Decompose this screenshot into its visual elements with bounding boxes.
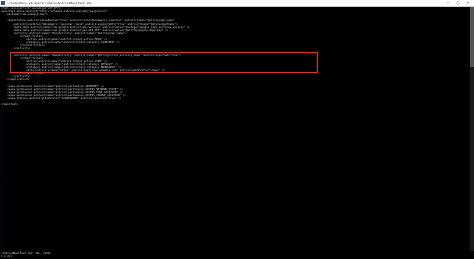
minimize-icon[interactable]: – [444, 0, 452, 6]
maximize-icon[interactable]: □ [454, 0, 462, 6]
empty-line-tilde: ~ [1, 245, 3, 249]
terminal-window: ~/Code/Docs-v2/app/src/main/AndroidManif… [0, 0, 474, 259]
window-title: ~/Code/Docs-v2/app/src/main/AndroidManif… [7, 1, 92, 5]
cursor-position: 1,1 All [1, 255, 12, 258]
status-line: "AndroidManifest.xml" 32L, 2104C 1,1 All [0, 251, 474, 259]
code-line[interactable]: </manifest> [1, 103, 18, 106]
title-bar: ~/Code/Docs-v2/app/src/main/AndroidManif… [0, 0, 474, 7]
code-line[interactable]: <uses-feature android:glEsVersion="0x000… [1, 97, 121, 100]
highlight-annotation-box [10, 52, 318, 73]
code-line[interactable]: </application> [1, 78, 29, 81]
vim-editor-buffer[interactable]: <?xml version="1.0" encoding="utf-8"?> <m… [0, 7, 470, 251]
scrollbar-thumb[interactable] [470, 7, 474, 67]
terminal-app-icon [1, 1, 5, 5]
vertical-scrollbar[interactable] [470, 7, 474, 251]
code-line[interactable]: package="com.example.app"> [1, 13, 48, 16]
close-icon[interactable]: × [464, 0, 472, 6]
code-line[interactable]: </activity> [1, 47, 30, 50]
